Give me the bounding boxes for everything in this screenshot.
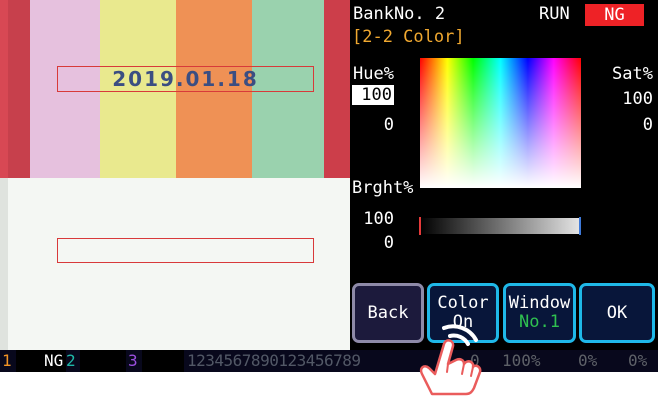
brightness-min-marker[interactable] — [419, 217, 421, 235]
brightness-max-marker[interactable] — [579, 217, 581, 235]
window-select-button[interactable]: Window No.1 — [503, 283, 576, 343]
touch-hand-icon — [419, 324, 482, 396]
brightness-label: Brght% — [352, 178, 414, 198]
camera-image-view[interactable]: 2019.01.18 — [0, 0, 350, 350]
channel-3-cell — [142, 350, 184, 372]
brightness-gradient-bar[interactable] — [420, 218, 581, 234]
ng-judgment-badge: NG — [585, 4, 644, 26]
brightness-max-field[interactable]: 100 — [352, 209, 394, 229]
run-status: RUN — [539, 4, 570, 24]
label-area — [0, 178, 350, 350]
hue-max-field[interactable]: 100 — [352, 85, 394, 105]
channel-1-number: 1 — [2, 351, 12, 370]
window-button-label: Window — [508, 293, 571, 313]
match-readout: 0% — [628, 351, 648, 370]
ok-button-label: OK — [606, 302, 628, 323]
hue-label: Hue% — [353, 64, 394, 84]
saturation-max-field[interactable]: 100 — [622, 89, 653, 109]
channel-3-number: 3 — [128, 351, 138, 370]
brightness-readout: 0% — [578, 351, 598, 370]
channel-2-number: 2 — [66, 351, 76, 370]
inspection-window-1[interactable] — [57, 66, 314, 92]
saturation-readout: 100% — [502, 351, 541, 370]
hue-min-field[interactable]: 0 — [352, 115, 394, 135]
brightness-min-field[interactable]: 0 — [352, 233, 394, 253]
channel-2-cell — [80, 350, 126, 372]
back-button-label: Back — [367, 302, 409, 323]
color-stripe — [8, 0, 30, 178]
window-button-value: No.1 — [519, 312, 560, 332]
color-stripe — [324, 0, 350, 178]
bank-number: BankNo. 2 — [353, 4, 446, 24]
screen-title: [2-2 Color] — [352, 27, 465, 47]
status-bar: 1 NG 2 3 1234567890123456789 0 100% 0% 0… — [0, 350, 658, 372]
counter-readout: 1234567890123456789 — [187, 351, 361, 370]
channel-1-status: NG — [44, 351, 64, 370]
color-button-label: Color — [437, 293, 489, 313]
ok-button[interactable]: OK — [579, 283, 655, 343]
label-area-edge — [0, 178, 8, 350]
color-stripe — [0, 0, 8, 178]
saturation-min-field[interactable]: 0 — [643, 115, 653, 135]
hue-saturation-map[interactable] — [420, 58, 581, 188]
saturation-label: Sat% — [612, 64, 653, 84]
inspection-window-2[interactable] — [57, 238, 314, 263]
